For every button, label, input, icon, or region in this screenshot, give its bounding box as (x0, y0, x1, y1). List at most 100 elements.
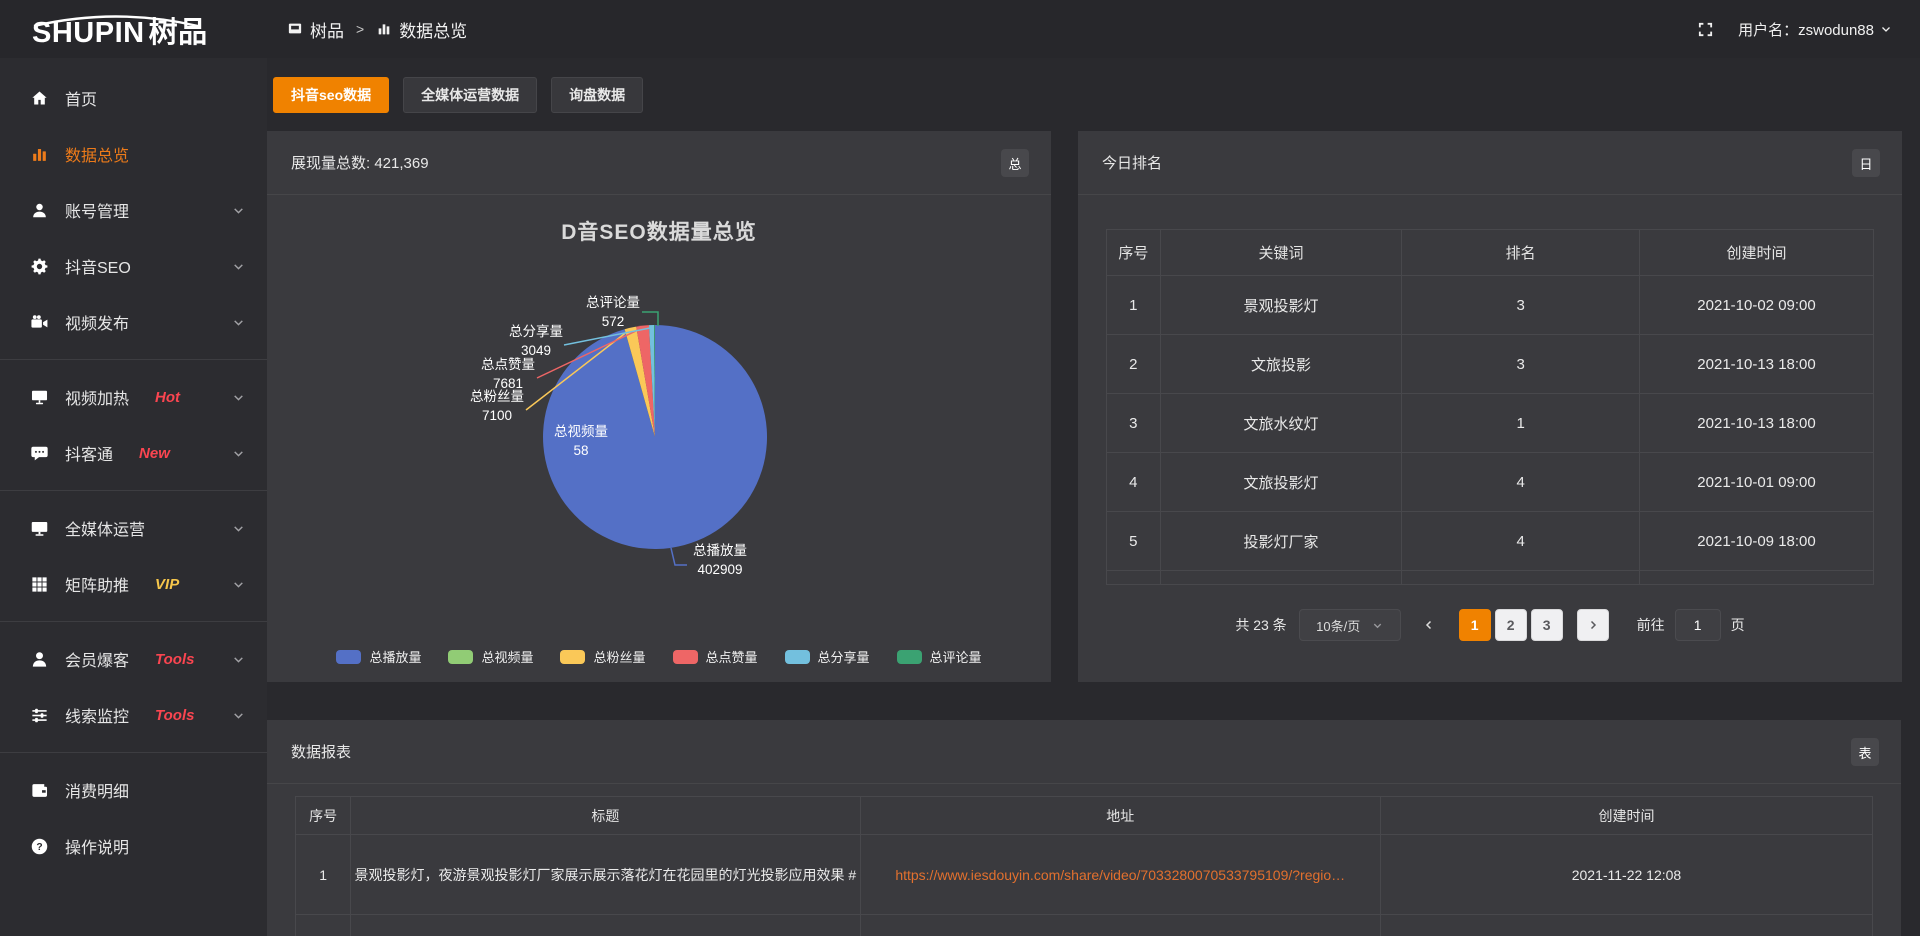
sidebar-item-label: 首页 (65, 86, 97, 110)
pie-chart: D音SEO数据量总览 总播放量402909总视频量58总粉丝量7100总点赞量7… (267, 195, 1051, 681)
table-badge-button[interactable]: 表 (1851, 738, 1879, 766)
sidebar-item-label: 抖音SEO (65, 254, 131, 278)
pie-chart-svg: 总播放量402909总视频量58总粉丝量7100总点赞量7681总分享量3049… (267, 195, 1051, 681)
chat-icon (30, 444, 49, 463)
sidebar-item-账号管理[interactable]: 账号管理 (0, 182, 267, 238)
sidebar-item-抖音SEO[interactable]: 抖音SEO (0, 238, 267, 294)
sidebar-item-会员爆客[interactable]: 会员爆客Tools (0, 631, 267, 687)
cell: 2021-10-02 09:00 (1640, 276, 1874, 335)
pie-label-总播放量: 总播放量402909 (693, 543, 747, 577)
video-camera-icon (30, 313, 49, 332)
sidebar-item-视频发布[interactable]: 视频发布 (0, 294, 267, 350)
legend-item-总粉丝量[interactable]: 总粉丝量 (560, 647, 645, 666)
chevron-down-icon (232, 653, 245, 666)
column-header-地址: 地址 (860, 797, 1380, 835)
topbar: SHUPIN树品 树品>数据总览 用户名：zswodun88 (0, 0, 1920, 58)
sidebar: 首页数据总览账号管理抖音SEO 视频发布视频加热Hot抖客通New 全媒体运营矩阵助… (0, 58, 267, 936)
tab-抖音seo数据[interactable]: 抖音seo数据 (273, 77, 389, 113)
cell: 2021-10-01 09:00 (1640, 453, 1874, 512)
legend-item-总视频量[interactable]: 总视频量 (448, 647, 533, 666)
page-button-1[interactable]: 1 (1459, 609, 1491, 641)
breadcrumb-item-数据总览[interactable]: 数据总览 (376, 17, 467, 42)
cell: 4 (1402, 453, 1640, 512)
report-panel-header: 数据报表 表 (267, 720, 1901, 784)
legend-item-总分享量[interactable]: 总分享量 (785, 647, 870, 666)
ranking-table: 序号关键词排名创建时间1景观投影灯32021-10-02 09:002文旅投影3… (1106, 229, 1874, 585)
cell: 文旅投影灯 (1160, 453, 1402, 512)
cell: 1 (1107, 276, 1161, 335)
goto-label: 前往 (1637, 615, 1665, 635)
sidebar-item-数据总览[interactable]: 数据总览 (0, 126, 267, 182)
cell-created: 2021-11-22 12:08 (1380, 835, 1872, 915)
legend-label: 总评论量 (930, 647, 982, 666)
cell-empty (1107, 571, 1161, 585)
chevron-right-icon (1587, 619, 1599, 631)
grid-icon (30, 575, 49, 594)
sidebar-item-全媒体运营[interactable]: 全媒体运营 (0, 500, 267, 556)
label-line-总评论量 (642, 312, 658, 326)
cell: 景观投影灯 (1160, 276, 1402, 335)
report-link[interactable]: https://www.iesdouyin.com/share/video/70… (895, 867, 1345, 883)
fullscreen-icon[interactable] (1697, 21, 1714, 38)
user-menu[interactable]: 用户名：zswodun88 (1738, 19, 1892, 40)
page-button-3[interactable]: 3 (1531, 609, 1563, 641)
sidebar-tag-Tools: Tools (155, 707, 194, 724)
chevron-down-icon (1880, 23, 1892, 35)
cell: 4 (1107, 453, 1161, 512)
impressions-panel: 展现量总数: 421,369 总 D音SEO数据量总览 总播放量402909总视… (267, 131, 1051, 682)
ranking-panel-body: 序号关键词排名创建时间1景观投影灯32021-10-02 09:002文旅投影3… (1078, 229, 1902, 641)
app-logo[interactable]: SHUPIN树品 (0, 11, 267, 48)
sidebar-item-消费明细[interactable]: 消费明细 (0, 762, 267, 818)
tab-询盘数据[interactable]: 询盘数据 (551, 77, 643, 113)
page-button-2[interactable]: 2 (1495, 609, 1527, 641)
legend-swatch (448, 650, 473, 664)
topbar-right: 用户名：zswodun88 (1697, 19, 1920, 40)
sidebar-item-label: 线索监控 (65, 703, 129, 727)
sidebar-item-抖客通[interactable]: 抖客通New (0, 425, 267, 481)
sidebar-item-视频加热[interactable]: 视频加热Hot (0, 369, 267, 425)
report-panel-title: 数据报表 (291, 741, 351, 762)
table-row: 1景观投影灯，夜游景观投影灯厂家展示展示落花灯在花园里的灯光投影应用效果 #ht… (296, 835, 1873, 915)
breadcrumb-item-树品[interactable]: 树品 (287, 17, 344, 42)
cell: 文旅水纹灯 (1160, 394, 1402, 453)
legend-item-总点赞量[interactable]: 总点赞量 (673, 647, 758, 666)
chevron-down-icon (232, 522, 245, 535)
legend-item-总评论量[interactable]: 总评论量 (897, 647, 982, 666)
tab-全媒体运营数据[interactable]: 全媒体运营数据 (403, 77, 537, 113)
sidebar-item-操作说明[interactable]: ? 操作说明 (0, 818, 267, 874)
next-page-button[interactable] (1577, 609, 1609, 641)
breadcrumb: 树品>数据总览 (287, 17, 467, 42)
chevron-left-icon (1423, 619, 1435, 631)
page-size-select[interactable]: 10条/页 (1299, 609, 1401, 641)
sidebar-item-首页[interactable]: 首页 (0, 70, 267, 126)
table-row: 4文旅投影灯42021-10-01 09:00 (1107, 453, 1874, 512)
sidebar-item-label: 视频加热 (65, 385, 129, 409)
chevron-down-icon (1372, 620, 1383, 631)
chevron-down-icon (232, 709, 245, 722)
table-row: 2文旅投影32021-10-13 18:00 (1107, 335, 1874, 394)
table-header-row: 序号关键词排名创建时间 (1107, 230, 1874, 276)
cell: 1 (1402, 394, 1640, 453)
sidebar-item-label: 操作说明 (65, 834, 129, 858)
pie-label-总粉丝量: 总粉丝量7100 (470, 389, 524, 423)
sidebar-item-线索监控[interactable]: 线索监控 Tools (0, 687, 267, 743)
member-icon (30, 650, 49, 669)
day-badge-button[interactable]: 日 (1852, 149, 1880, 177)
cell: 2 (1107, 335, 1161, 394)
svg-text:?: ? (36, 842, 42, 853)
column-header-序号: 序号 (296, 797, 351, 835)
logo-arc-icon (30, 14, 202, 28)
chart-legend: 总播放量 总视频量 总粉丝量 总点赞量 总分享量 总评论量 (267, 647, 1051, 666)
impressions-total: 展现量总数: 421,369 (291, 152, 429, 173)
main-content: 抖音seo数据全媒体运营数据询盘数据 展现量总数: 421,369 总 D音SE… (267, 58, 1920, 936)
username-label: 用户名：zswodun88 (1738, 19, 1874, 40)
chevron-down-icon (232, 204, 245, 217)
column-header-关键词: 关键词 (1160, 230, 1402, 276)
sidebar-item-矩阵助推[interactable]: 矩阵助推VIP (0, 556, 267, 612)
pie-label-总分享量: 总分享量3049 (509, 323, 563, 358)
prev-page-button[interactable] (1413, 609, 1445, 641)
goto-page-input[interactable] (1675, 609, 1721, 641)
total-badge-button[interactable]: 总 (1001, 149, 1029, 177)
cell: 3 (1107, 394, 1161, 453)
legend-item-总播放量[interactable]: 总播放量 (336, 647, 421, 666)
